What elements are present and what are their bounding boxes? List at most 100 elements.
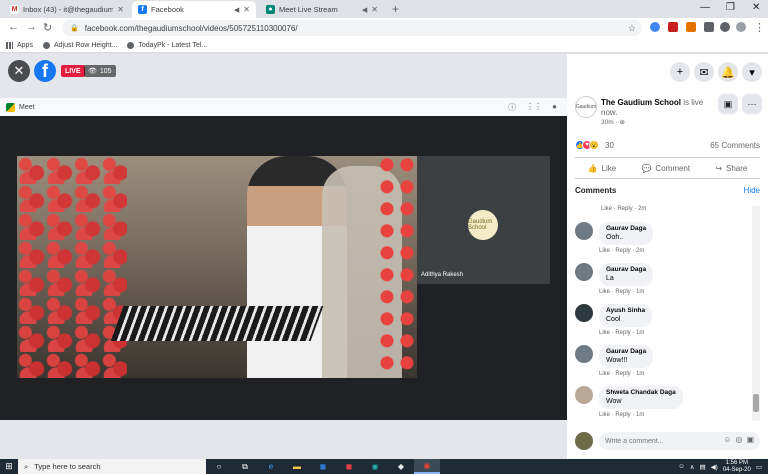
task-view-icon[interactable]: ⧉ <box>232 459 258 474</box>
comment-meta[interactable]: Like · Reply · 1m <box>599 371 644 377</box>
comment-button[interactable]: 💬 Comment <box>641 164 690 173</box>
music-icon[interactable] <box>720 22 730 32</box>
comment-author[interactable]: Gaurav Daga <box>606 348 646 355</box>
commenter-avatar[interactable] <box>575 263 593 281</box>
extension-icon[interactable] <box>686 22 696 32</box>
comment-icon: 💬 <box>641 163 652 173</box>
close-window-icon[interactable]: ✕ <box>752 2 760 13</box>
messenger-icon[interactable]: ✉ <box>694 62 714 82</box>
close-tab-icon[interactable]: ✕ <box>371 5 378 14</box>
notifications-center-icon[interactable]: ▭ <box>756 463 762 471</box>
comment-meta[interactable]: Like · Reply · 1m <box>599 412 644 418</box>
more-options-icon[interactable]: ⋯ <box>742 94 762 114</box>
comment-item: Shweta Chandak Daga Wow Like · Reply · 1… <box>575 386 755 421</box>
bookmark-todaypk[interactable]: TodayPk - Latest Tel... <box>127 41 207 49</box>
network-icon[interactable]: ▤ <box>699 463 705 471</box>
save-video-icon[interactable]: ▣ <box>718 94 738 114</box>
outlook-icon[interactable]: ◼ <box>310 459 336 474</box>
bookmarks-bar: Apps Adjust Row Height... TodayPk - Late… <box>0 38 768 53</box>
hide-comments-button[interactable]: Hide <box>744 186 760 195</box>
notifications-icon[interactable]: 🔔 <box>718 62 738 82</box>
extension-icon[interactable] <box>650 22 660 32</box>
like-button[interactable]: 👍 Like <box>588 164 617 173</box>
viewer-count: 105 <box>99 67 112 75</box>
edge-chromium-icon[interactable]: ◉ <box>362 459 388 474</box>
thumbs-up-icon: 👍 <box>587 163 598 173</box>
bookmark-label: Adjust Row Height... <box>53 41 118 49</box>
comment-meta[interactable]: Like · Reply · 2m <box>601 206 755 216</box>
people-icon[interactable]: ☺ <box>678 463 685 470</box>
minimize-icon[interactable]: — <box>700 2 710 13</box>
close-tab-icon[interactable]: ✕ <box>117 5 124 14</box>
address-bar[interactable]: 🔒 facebook.com/thegaudiumschool/videos/5… <box>62 20 642 36</box>
create-button[interactable]: + <box>670 62 690 82</box>
comments-scrollbar[interactable] <box>752 206 760 421</box>
profile-avatar[interactable] <box>736 22 746 32</box>
forward-icon[interactable]: → <box>26 21 37 33</box>
emoji-icon[interactable]: ☺ <box>723 435 731 444</box>
chevron-up-icon[interactable]: ∧ <box>690 463 695 471</box>
comment-item: Ayush Sinha Cool Like · Reply · 1m <box>575 304 755 339</box>
meet-icon: ● <box>266 5 275 14</box>
reactions-summary[interactable]: 👍 ♥ 😮 30 65 Comments <box>575 140 760 150</box>
comment-text: Wow!!! <box>606 357 628 364</box>
tab-gmail[interactable]: M Inbox (43) - it@thegaudium.com ✕ <box>4 1 130 18</box>
comments-count[interactable]: 65 Comments <box>710 141 760 150</box>
comment-text: Wow <box>606 398 622 405</box>
file-explorer-icon[interactable]: ▬ <box>284 459 310 474</box>
tab-meet-live-stream[interactable]: ● Meet Live Stream ◀ ✕ <box>260 1 384 18</box>
tab-label: Inbox (43) - it@thegaudium.com <box>23 5 114 14</box>
new-tab-button[interactable]: + <box>392 2 399 16</box>
post-time[interactable]: 30m · ⊕ <box>601 118 625 126</box>
restore-icon[interactable]: ❐ <box>726 2 735 13</box>
screen-recorder-icon[interactable]: ◼ <box>336 459 362 474</box>
commenter-avatar[interactable] <box>575 345 593 363</box>
puzzle-icon[interactable] <box>704 22 714 32</box>
back-icon[interactable]: ← <box>8 21 19 33</box>
pdf-extension-icon[interactable] <box>668 22 678 32</box>
facebook-icon: f <box>138 5 147 14</box>
account-menu-icon[interactable]: ▾ <box>742 62 762 82</box>
close-tab-icon[interactable]: ✕ <box>243 5 250 14</box>
inkscape-icon[interactable]: ◆ <box>388 459 414 474</box>
reload-icon[interactable]: ↻ <box>43 21 52 34</box>
camera-icon[interactable]: ◎ <box>735 435 742 444</box>
comment-meta[interactable]: Like · Reply · 2m <box>599 248 644 254</box>
reaction-count: 30 <box>605 140 614 150</box>
gif-icon[interactable]: ▣ <box>746 435 754 444</box>
facebook-logo-icon[interactable]: f <box>34 60 56 82</box>
bookmark-star-icon[interactable]: ☆ <box>628 23 636 34</box>
comment-author[interactable]: Ayush Sinha <box>606 307 645 314</box>
comment-author[interactable]: Shweta Chandak Daga <box>606 389 676 396</box>
bookmark-apps[interactable]: Apps <box>6 41 33 49</box>
edge-icon[interactable]: e <box>258 459 284 474</box>
commenter-avatar[interactable] <box>575 304 593 322</box>
share-button[interactable]: ↪ Share <box>715 164 747 173</box>
comment-author[interactable]: Gaurav Daga <box>606 266 646 273</box>
close-viewer-button[interactable]: ✕ <box>8 60 30 82</box>
commenter-avatar[interactable] <box>575 386 593 404</box>
tab-facebook[interactable]: f Facebook ◀ ✕ <box>132 1 256 18</box>
clock[interactable]: 1:56 PM 04-Sep-20 <box>723 460 751 474</box>
bookmark-adjust-row-height[interactable]: Adjust Row Height... <box>42 41 118 49</box>
meet-stream-frame[interactable]: Meet ⓘ ⋮⋮ ● Gaudium School Adithya Rakes… <box>0 98 567 420</box>
comments-header: Comments Hide <box>575 186 760 195</box>
windows-start-icon[interactable]: ⊞ <box>0 459 18 474</box>
comment-meta[interactable]: Like · Reply · 1m <box>599 289 644 295</box>
volume-icon[interactable]: ◀) <box>711 463 718 471</box>
cortana-icon[interactable]: ○ <box>206 459 232 474</box>
comment-meta[interactable]: Like · Reply · 1m <box>599 330 644 336</box>
scrollbar-thumb[interactable] <box>753 394 759 412</box>
page-avatar[interactable]: Gaudium <box>575 96 597 118</box>
post-header: Gaudium The Gaudium School is live now. … <box>567 94 768 130</box>
page-name-link[interactable]: The Gaudium School <box>601 98 681 107</box>
meet-header: Meet ⓘ ⋮⋮ ● <box>0 98 567 116</box>
share-label: Share <box>726 163 748 173</box>
commenter-avatar[interactable] <box>575 222 593 240</box>
comment-author[interactable]: Gaurav Daga <box>606 225 646 232</box>
main-video-tile <box>17 156 417 378</box>
taskbar-search[interactable]: ⌕ Type here to search <box>18 459 206 474</box>
chrome-icon[interactable]: ◉ <box>414 459 440 474</box>
menu-icon[interactable]: ⋮ <box>754 21 765 34</box>
comment-item: Gaurav Daga Ooh.. Like · Reply · 2m <box>575 222 755 257</box>
